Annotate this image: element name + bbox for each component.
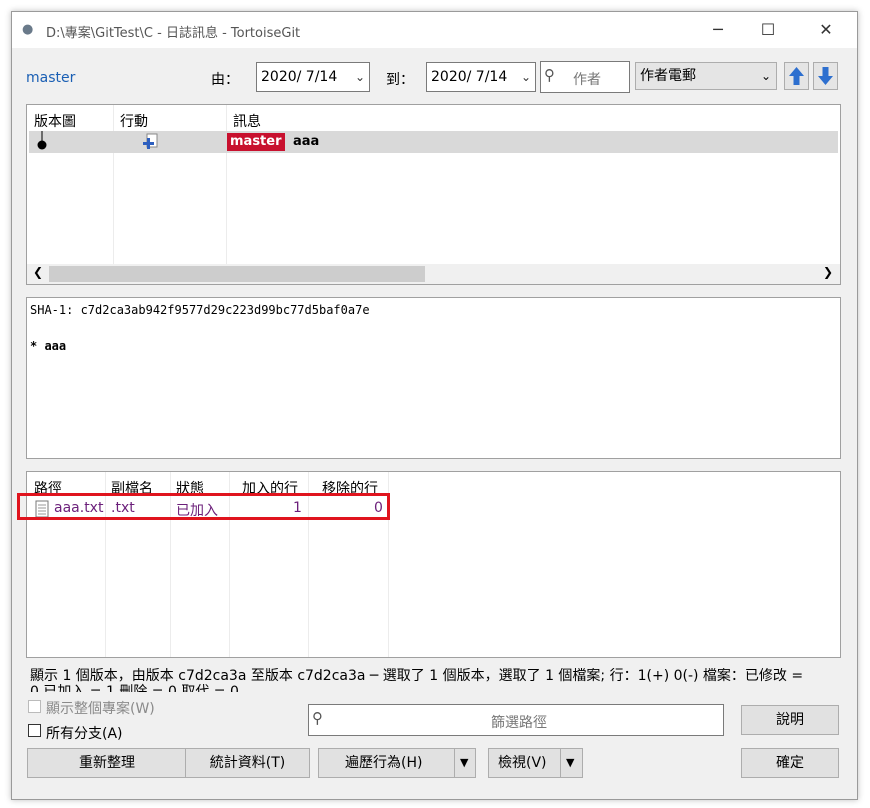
filter-path-input[interactable]: ⚲ 篩選路徑: [308, 704, 724, 736]
to-date-value: 2020/ 7/14: [431, 69, 508, 85]
statistics-button[interactable]: 統計資料(T): [185, 748, 310, 778]
col-graph[interactable]: 版本圖: [34, 111, 76, 131]
col-action[interactable]: 行動: [120, 111, 148, 131]
ok-button[interactable]: 確定: [741, 748, 839, 778]
refresh-button[interactable]: 重新整理: [27, 748, 187, 778]
search-icon: ⚲: [544, 66, 555, 84]
tortoise-icon: ●: [22, 22, 34, 37]
commit-node-icon: [37, 131, 47, 150]
all-branches-checkbox[interactable]: [28, 724, 41, 737]
arrow-down-icon: [818, 67, 833, 85]
status-line-1: 顯示 1 個版本，由版本 c7d2ca3a 至版本 c7d2ca3a ─ 選取了…: [30, 668, 804, 684]
chevron-down-icon: ⌄: [760, 69, 771, 83]
from-date-value: 2020/ 7/14: [261, 69, 338, 85]
scroll-right-icon[interactable]: ❯: [823, 265, 833, 279]
next-button[interactable]: [813, 62, 838, 90]
scroll-thumb[interactable]: [49, 266, 425, 282]
chevron-down-icon: ⌄: [520, 70, 531, 84]
status-text: 顯示 1 個版本，由版本 c7d2ca3a 至版本 c7d2ca3a ─ 選取了…: [30, 668, 845, 692]
log-dialog: ● D:\專案\GitTest\C - 日誌訊息 - TortoiseGit ─…: [11, 11, 858, 800]
show-whole-project-label: 顯示整個專案(W): [46, 701, 155, 717]
horizontal-scrollbar[interactable]: ❮ ❯: [27, 264, 840, 284]
to-date-picker[interactable]: 2020/ 7/14 ⌄: [426, 62, 536, 92]
commit-message: aaa: [293, 134, 320, 149]
title-bar: ● D:\專案\GitTest\C - 日誌訊息 - TortoiseGit ─…: [12, 12, 857, 48]
maximize-button[interactable]: ☐: [745, 12, 791, 48]
col-message[interactable]: 訊息: [233, 111, 261, 131]
from-date-picker[interactable]: 2020/ 7/14 ⌄: [256, 62, 370, 92]
previous-button[interactable]: [784, 62, 809, 90]
dropdown-arrow-icon[interactable]: ▼: [460, 749, 468, 777]
close-button[interactable]: ✕: [803, 12, 849, 48]
log-list[interactable]: 版本圖 行動 訊息 master aaa ❮ ❯: [26, 104, 841, 285]
filter-placeholder: 篩選路徑: [491, 715, 547, 731]
commit-body: * aaa: [30, 339, 67, 353]
to-label: 到：: [386, 72, 414, 88]
scroll-left-icon[interactable]: ❮: [33, 265, 43, 279]
view-button[interactable]: 檢視(V) ▼: [488, 748, 583, 778]
author-search-box[interactable]: ⚲ 作者: [540, 61, 630, 93]
from-label: 由：: [211, 72, 239, 88]
search-field-select[interactable]: 作者電郵 ⌄: [635, 62, 777, 90]
highlight-box: [17, 493, 390, 520]
add-file-icon: [143, 133, 158, 149]
commit-sha: SHA-1: c7d2ca3ab942f9577d29c223d99bc77d5…: [30, 303, 370, 317]
commit-details[interactable]: SHA-1: c7d2ca3ab942f9577d29c223d99bc77d5…: [26, 297, 841, 459]
branch-link[interactable]: master: [26, 70, 75, 86]
minimize-button[interactable]: ─: [695, 12, 741, 48]
branch-tag: master: [227, 133, 285, 151]
walk-behavior-button[interactable]: 遍歷行為(H) ▼: [318, 748, 476, 778]
all-branches-label: 所有分支(A): [46, 726, 123, 742]
search-placeholder: 作者: [573, 72, 601, 88]
search-field-value: 作者電郵: [640, 68, 696, 84]
search-icon: ⚲: [312, 709, 323, 727]
log-row[interactable]: master aaa: [29, 131, 838, 153]
chevron-down-icon: ⌄: [354, 70, 365, 84]
arrow-up-icon: [789, 67, 804, 85]
view-label: 檢視(V): [498, 755, 547, 771]
dropdown-arrow-icon[interactable]: ▼: [566, 749, 574, 777]
window-title: D:\專案\GitTest\C - 日誌訊息 - TortoiseGit: [46, 26, 301, 41]
help-button[interactable]: 說明: [741, 705, 839, 735]
walk-behavior-label: 遍歷行為(H): [345, 755, 423, 771]
status-line-2: 0 已加入 = 1 刪除 = 0 取代 = 0: [30, 684, 239, 692]
show-whole-project-checkbox[interactable]: [28, 700, 41, 713]
